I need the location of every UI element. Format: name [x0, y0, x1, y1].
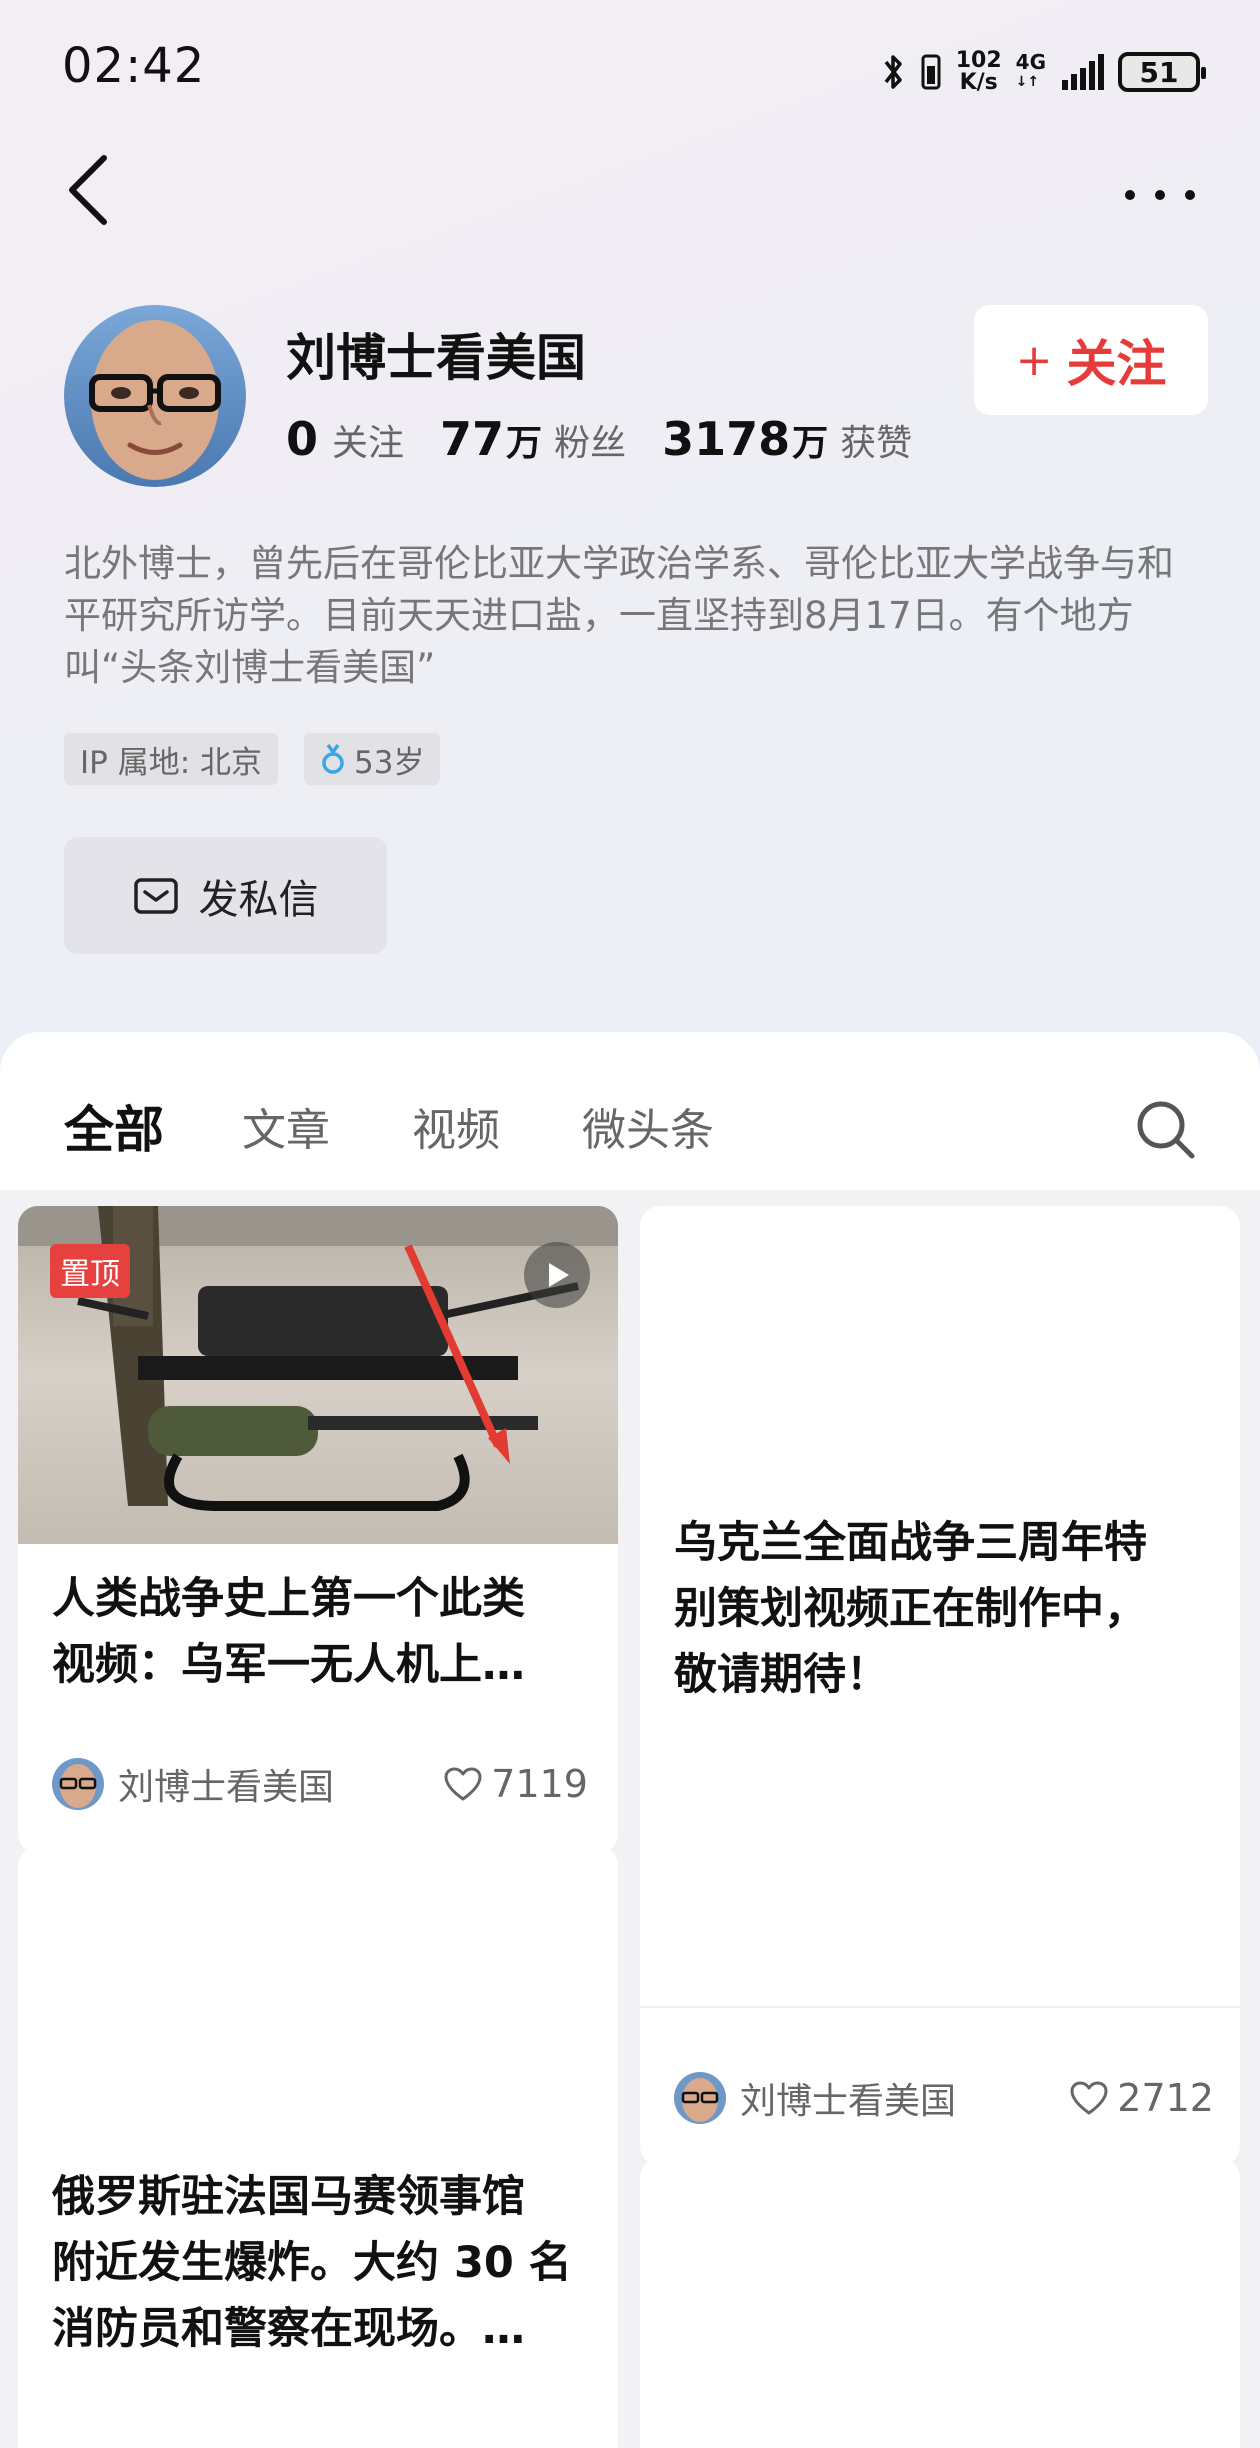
tab-all[interactable]: 全部	[64, 1090, 164, 1162]
card-meta: 刘博士看美国 7119	[52, 1758, 588, 1810]
profile-name: 刘博士看美国	[286, 329, 586, 387]
video-thumbnail[interactable]: 置顶	[18, 1206, 618, 1544]
profile-stats: 0 关注 77 万 粉丝 3178 万 获赞	[286, 412, 912, 466]
status-bar: 02:42 102 K/s 4G ↓↑ 51	[0, 0, 1260, 140]
card-title: 人类战争史上第一个此类 视频：乌军一无人机上…	[52, 1574, 525, 1690]
stat-followers[interactable]: 77 万 粉丝	[440, 412, 626, 466]
message-button[interactable]: 发私信	[64, 837, 387, 954]
stat-following[interactable]: 0 关注	[286, 412, 404, 466]
age-tag: 53岁	[304, 733, 441, 785]
network-type: 4G ↓↑	[1015, 50, 1046, 90]
profile-bio: 北外博士，曾先后在哥伦比亚大学政治学系、哥伦比亚大学战争与和平研究所访学。目前天…	[64, 542, 1174, 689]
search-icon	[1137, 1101, 1195, 1159]
back-button[interactable]	[60, 150, 120, 230]
net-speed: 102 K/s	[955, 48, 1002, 95]
author-avatar	[52, 1758, 104, 1810]
divider	[640, 2006, 1240, 2008]
more-horizontal-icon	[1125, 190, 1195, 200]
feed-card-pinned[interactable]: 置顶 人类战争史上第一个此类 视频：乌军一无人机上… 刘博士看美国 7119	[18, 1206, 618, 1854]
like-count[interactable]: 2712	[1069, 2076, 1214, 2120]
tabs-bar: 全部 文章 视频 微头条	[0, 1032, 1260, 1190]
status-time: 02:42	[62, 38, 206, 94]
feed-card-text[interactable]: 俄罗斯驻法国马赛领事馆 附近发生爆炸。大约 30 名 消防员和警察在现场。…	[18, 1846, 618, 2448]
more-button[interactable]	[1120, 170, 1200, 220]
card-author[interactable]: 刘博士看美国	[674, 2072, 956, 2124]
tab-videos[interactable]: 视频	[412, 1094, 500, 1158]
signal-icon	[1062, 54, 1104, 90]
plus-icon: +	[1015, 334, 1053, 386]
bluetooth-icon	[884, 55, 902, 89]
pinned-badge: 置顶	[50, 1244, 130, 1298]
heart-icon	[1070, 2081, 1108, 2115]
battery-indicator: 51	[1118, 52, 1206, 92]
card-meta: 刘博士看美国 2712	[674, 2072, 1214, 2124]
like-count[interactable]: 7119	[443, 1762, 588, 1806]
phone-battery-icon	[921, 54, 941, 90]
feed-card-partial[interactable]	[640, 2158, 1240, 2448]
card-author[interactable]: 刘博士看美国	[52, 1758, 334, 1810]
male-icon	[322, 743, 344, 774]
ip-location-tag: IP 属地: 北京	[64, 733, 278, 785]
author-avatar	[674, 2072, 726, 2124]
feed-card-text[interactable]: 乌克兰全面战争三周年特 别策划视频正在制作中， 敬请期待！ 刘博士看美国 271…	[640, 1206, 1240, 2166]
profile-tags: IP 属地: 北京 53岁	[64, 733, 441, 785]
follow-button[interactable]: + 关注	[974, 305, 1208, 415]
status-icons: 102 K/s 4G ↓↑ 51	[882, 46, 1206, 98]
content-panel: 全部 文章 视频 微头条 置顶 人类战争史上第一个此类 视频：乌军一无人机上… …	[0, 1032, 1260, 2448]
stat-likes[interactable]: 3178 万 获赞	[662, 412, 912, 466]
avatar[interactable]	[64, 305, 246, 487]
card-title: 俄罗斯驻法国马赛领事馆 附近发生爆炸。大约 30 名 消防员和警察在现场。…	[52, 2172, 572, 2354]
card-title: 乌克兰全面战争三周年特 别策划视频正在制作中， 敬请期待！	[674, 1518, 1147, 1700]
play-button[interactable]	[524, 1242, 590, 1308]
search-button[interactable]	[1134, 1098, 1196, 1160]
heart-icon	[444, 1767, 482, 1801]
tab-articles[interactable]: 文章	[242, 1094, 330, 1158]
tab-micro-posts[interactable]: 微头条	[582, 1094, 714, 1158]
mail-icon	[133, 877, 178, 914]
play-icon	[549, 1263, 569, 1287]
chevron-left-icon	[69, 155, 107, 225]
